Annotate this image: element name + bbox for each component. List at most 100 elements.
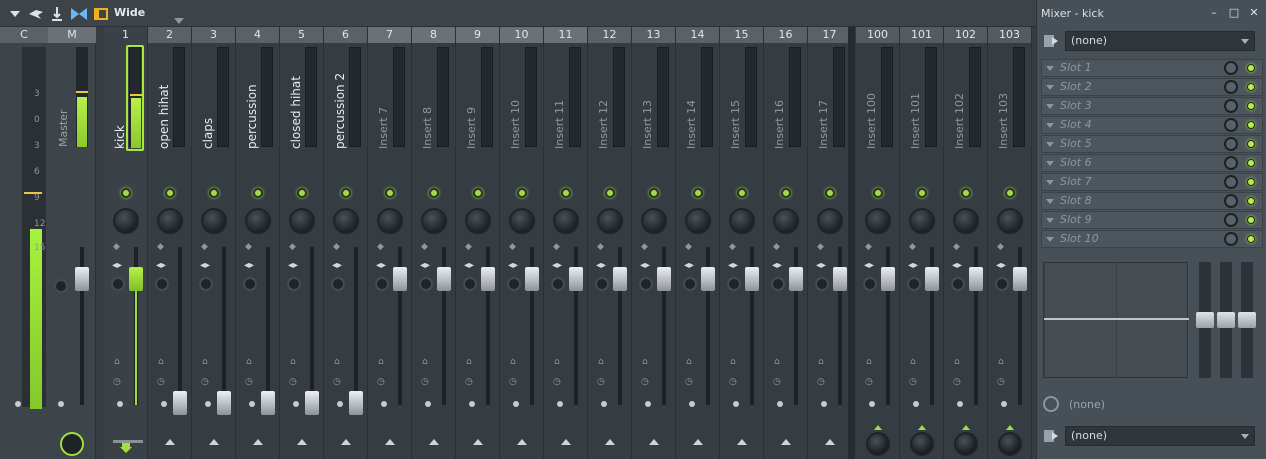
track-volume-knob[interactable] — [243, 277, 257, 291]
track-pan-knob[interactable] — [909, 208, 935, 234]
lock-icon[interactable]: ⌂ — [510, 357, 516, 367]
track-name[interactable]: open hihat — [157, 85, 171, 149]
link-icon[interactable] — [70, 4, 88, 23]
stereo-separation-icon[interactable]: ◆ — [333, 242, 340, 252]
effect-slot[interactable]: Slot 3 — [1041, 97, 1263, 115]
track-volume-knob[interactable] — [907, 277, 921, 291]
track-volume-fader[interactable] — [613, 267, 627, 291]
track-enable-led[interactable] — [873, 188, 883, 198]
route-up-arrow-icon[interactable] — [737, 439, 747, 445]
clock-icon[interactable]: ◷ — [597, 377, 605, 387]
track-enable-led[interactable] — [737, 188, 747, 198]
lock-icon[interactable]: ⌂ — [466, 357, 472, 367]
track-strip[interactable]: 16 Insert 16 ◆ ◂▸ ⌂ ◷ — [764, 27, 808, 459]
track-enable-led[interactable] — [649, 188, 659, 198]
lock-icon[interactable]: ⌂ — [158, 357, 164, 367]
clock-icon[interactable]: ◷ — [773, 377, 781, 387]
track-volume-knob[interactable] — [863, 277, 877, 291]
view-mode-label[interactable]: Wide — [114, 6, 145, 19]
track-enable-led[interactable] — [561, 188, 571, 198]
route-up-arrow-icon[interactable] — [209, 439, 219, 445]
track-enable-led[interactable] — [385, 188, 395, 198]
route-send-knob[interactable] — [866, 432, 890, 456]
eq-graph[interactable] — [1043, 262, 1189, 379]
lock-icon[interactable]: ⌂ — [866, 357, 872, 367]
track-name[interactable]: Insert 13 — [641, 100, 654, 149]
track-strip[interactable]: 3 claps ◆ ◂▸ ⌂ ◷ — [192, 27, 236, 459]
effect-slot[interactable]: Slot 5 — [1041, 135, 1263, 153]
track-number[interactable]: 9 — [456, 27, 499, 43]
clock-icon[interactable]: ◷ — [245, 377, 253, 387]
track-number[interactable]: 101 — [900, 27, 943, 43]
track-number[interactable]: 12 — [588, 27, 631, 43]
track-name[interactable]: Insert 15 — [729, 100, 742, 149]
route-up-arrow-icon[interactable] — [649, 439, 659, 445]
track-name[interactable]: claps — [201, 118, 215, 149]
track-number[interactable]: 16 — [764, 27, 807, 43]
track-volume-fader[interactable] — [525, 267, 539, 291]
track-number[interactable]: 11 — [544, 27, 587, 43]
track-volume-knob[interactable] — [419, 277, 433, 291]
effect-slot[interactable]: Slot 9 — [1041, 211, 1263, 229]
route-up-arrow-icon[interactable] — [561, 439, 571, 445]
track-enable-led[interactable] — [341, 188, 351, 198]
clock-icon[interactable]: ◷ — [641, 377, 649, 387]
track-volume-knob[interactable] — [463, 277, 477, 291]
slot-mix-knob[interactable] — [1224, 156, 1238, 170]
track-volume-fader[interactable] — [881, 267, 895, 291]
swap-icon[interactable]: ◂▸ — [420, 260, 430, 271]
close-icon[interactable]: ✕ — [1247, 7, 1261, 19]
clock-icon[interactable]: ◷ — [729, 377, 737, 387]
bird-icon[interactable] — [27, 4, 45, 23]
clock-icon[interactable]: ◷ — [997, 377, 1005, 387]
stereo-separation-icon[interactable]: ◆ — [157, 242, 164, 252]
track-strip[interactable]: 103 Insert 103 ◆ ◂▸ ⌂ ◷ — [988, 27, 1032, 459]
track-volume-knob[interactable] — [771, 277, 785, 291]
track-name[interactable]: Insert 8 — [421, 107, 434, 149]
route-send-knob[interactable] — [910, 432, 934, 456]
track-pan-knob[interactable] — [113, 208, 139, 234]
route-up-arrow-icon[interactable] — [473, 439, 483, 445]
route-up-arrow-icon[interactable] — [781, 439, 791, 445]
track-number[interactable]: 10 — [500, 27, 543, 43]
track-pan-knob[interactable] — [997, 208, 1023, 234]
track-strip[interactable]: 102 Insert 102 ◆ ◂▸ ⌂ ◷ — [944, 27, 988, 459]
master-route-knob[interactable] — [60, 432, 84, 456]
track-name[interactable]: closed hihat — [289, 76, 303, 149]
swap-icon[interactable]: ◂▸ — [244, 260, 254, 271]
input-select[interactable]: (none) — [1065, 31, 1255, 51]
menu-arrow-icon[interactable] — [8, 4, 22, 23]
track-number[interactable]: 2 — [148, 27, 191, 43]
track-name[interactable]: Insert 16 — [773, 100, 786, 149]
lock-icon[interactable]: ⌂ — [378, 357, 384, 367]
track-enable-led[interactable] — [961, 188, 971, 198]
track-volume-fader[interactable] — [745, 267, 759, 291]
stereo-separation-icon[interactable]: ◆ — [509, 242, 516, 252]
track-volume-knob[interactable] — [639, 277, 653, 291]
stereo-separation-icon[interactable]: ◆ — [685, 242, 692, 252]
track-number[interactable]: 4 — [236, 27, 279, 43]
slot-menu-arrow-icon[interactable] — [1046, 161, 1054, 166]
swap-icon[interactable]: ◂▸ — [464, 260, 474, 271]
track-volume-fader[interactable] — [349, 391, 363, 415]
track-pan-knob[interactable] — [729, 208, 755, 234]
track-pan-knob[interactable] — [421, 208, 447, 234]
track-enable-led[interactable] — [297, 188, 307, 198]
track-pan-knob[interactable] — [377, 208, 403, 234]
track-strip[interactable]: 12 Insert 12 ◆ ◂▸ ⌂ ◷ — [588, 27, 632, 459]
swap-icon[interactable]: ◂▸ — [112, 260, 122, 271]
track-volume-knob[interactable] — [551, 277, 565, 291]
route-up-arrow-icon[interactable] — [385, 439, 395, 445]
track-volume-fader[interactable] — [217, 391, 231, 415]
swap-icon[interactable]: ◂▸ — [640, 260, 650, 271]
lock-icon[interactable]: ⌂ — [290, 357, 296, 367]
slot-mix-knob[interactable] — [1224, 118, 1238, 132]
track-pan-knob[interactable] — [509, 208, 535, 234]
track-pan-knob[interactable] — [157, 208, 183, 234]
swap-icon[interactable]: ◂▸ — [288, 260, 298, 271]
track-volume-knob[interactable] — [507, 277, 521, 291]
track-enable-led[interactable] — [605, 188, 615, 198]
strip-scrollbar[interactable] — [113, 440, 143, 443]
track-strip[interactable]: 101 Insert 101 ◆ ◂▸ ⌂ ◷ — [900, 27, 944, 459]
stereo-separation-icon[interactable]: ◆ — [421, 242, 428, 252]
